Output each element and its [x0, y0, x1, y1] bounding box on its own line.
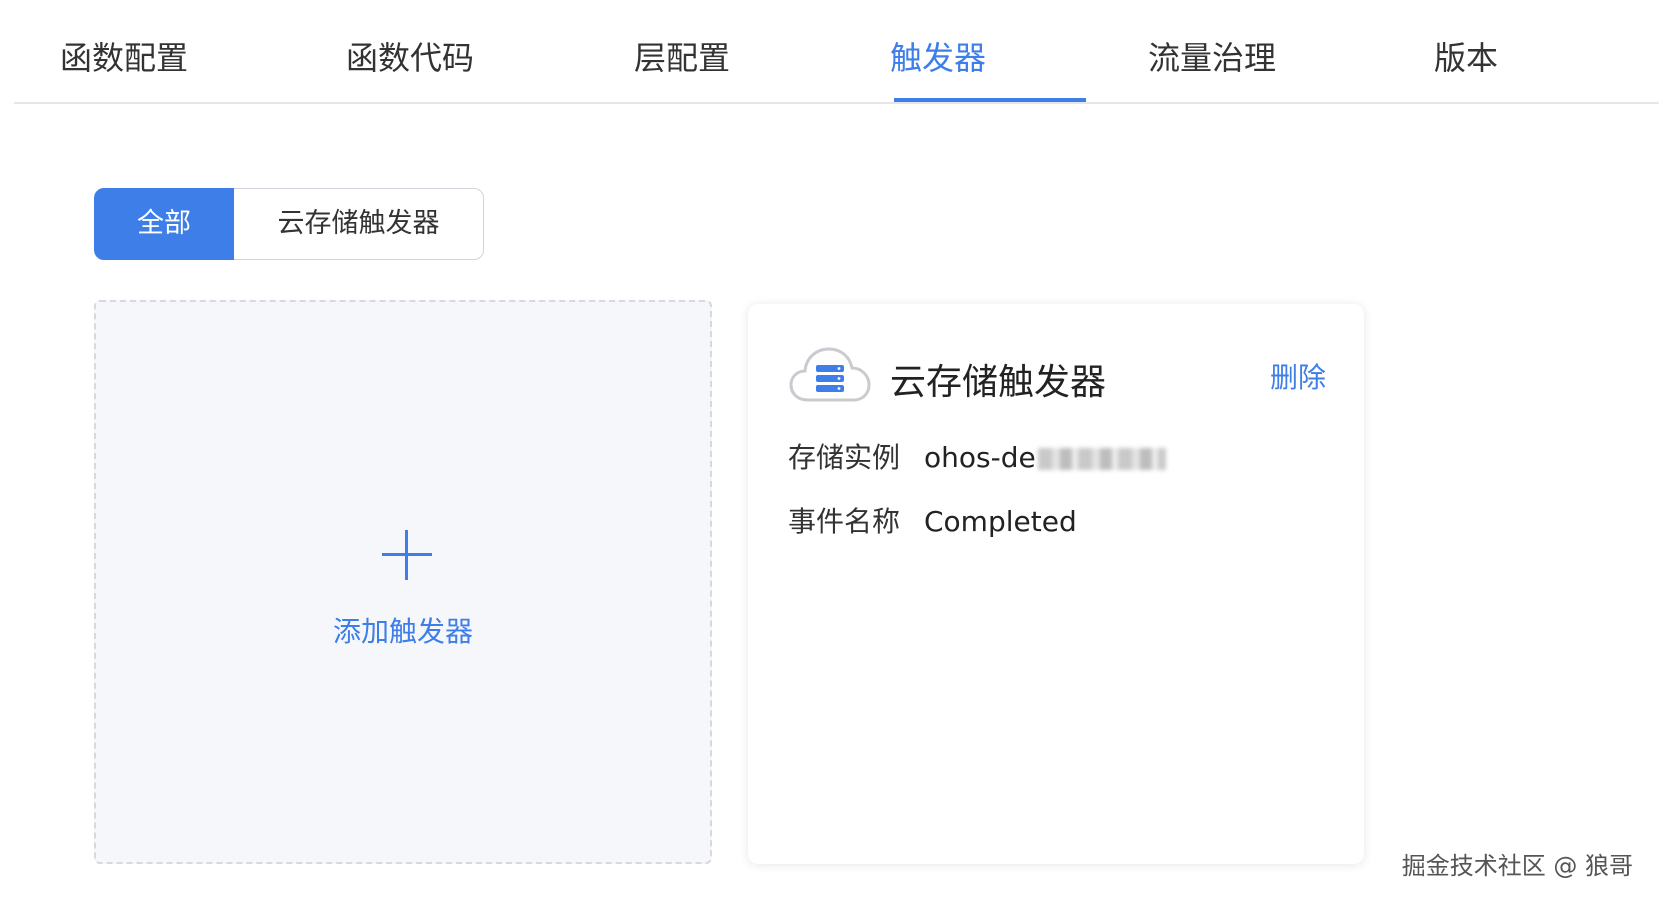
- trigger-page: 函数配置 函数代码 层配置 触发器 流量治理 版本 全部 云存储触发器 添加触发…: [0, 0, 1659, 901]
- event-name-value: Completed: [924, 505, 1077, 538]
- filter-cloud-storage-button[interactable]: 云存储触发器: [234, 188, 484, 260]
- tab-traffic-governance[interactable]: 流量治理: [1148, 36, 1276, 80]
- storage-instance-value: ohos-de: [924, 441, 1036, 474]
- trigger-title: 云存储触发器: [890, 362, 1107, 403]
- redacted-text: [1037, 448, 1166, 470]
- storage-instance-row: 存储实例 ohos-de: [788, 438, 1166, 478]
- tab-trigger[interactable]: 触发器: [890, 36, 986, 80]
- tab-function-code[interactable]: 函数代码: [346, 36, 474, 80]
- tab-version[interactable]: 版本: [1434, 36, 1498, 80]
- add-trigger-label: 添加触发器: [332, 615, 473, 648]
- top-tab-bar: 函数配置 函数代码 层配置 触发器 流量治理 版本: [14, 0, 1659, 104]
- trigger-card: 云存储触发器 删除 存储实例 ohos-de 事件名称 Completed: [748, 304, 1364, 864]
- event-name-row: 事件名称 Completed: [788, 502, 1077, 542]
- add-trigger-card[interactable]: 添加触发器: [94, 300, 712, 864]
- delete-trigger-link[interactable]: 删除: [1270, 356, 1326, 396]
- filter-all-button[interactable]: 全部: [94, 188, 234, 260]
- event-name-label: 事件名称: [788, 505, 901, 538]
- plus-icon: [382, 530, 432, 580]
- watermark: 掘金技术社区 @ 狼哥: [1401, 852, 1633, 880]
- active-tab-indicator: [894, 98, 1086, 102]
- trigger-type-filter: 全部 云存储触发器: [94, 188, 484, 260]
- tab-layer-config[interactable]: 层配置: [634, 36, 730, 80]
- storage-instance-label: 存储实例: [788, 441, 901, 474]
- cloud-storage-icon: [789, 347, 871, 402]
- tab-function-config[interactable]: 函数配置: [60, 36, 188, 80]
